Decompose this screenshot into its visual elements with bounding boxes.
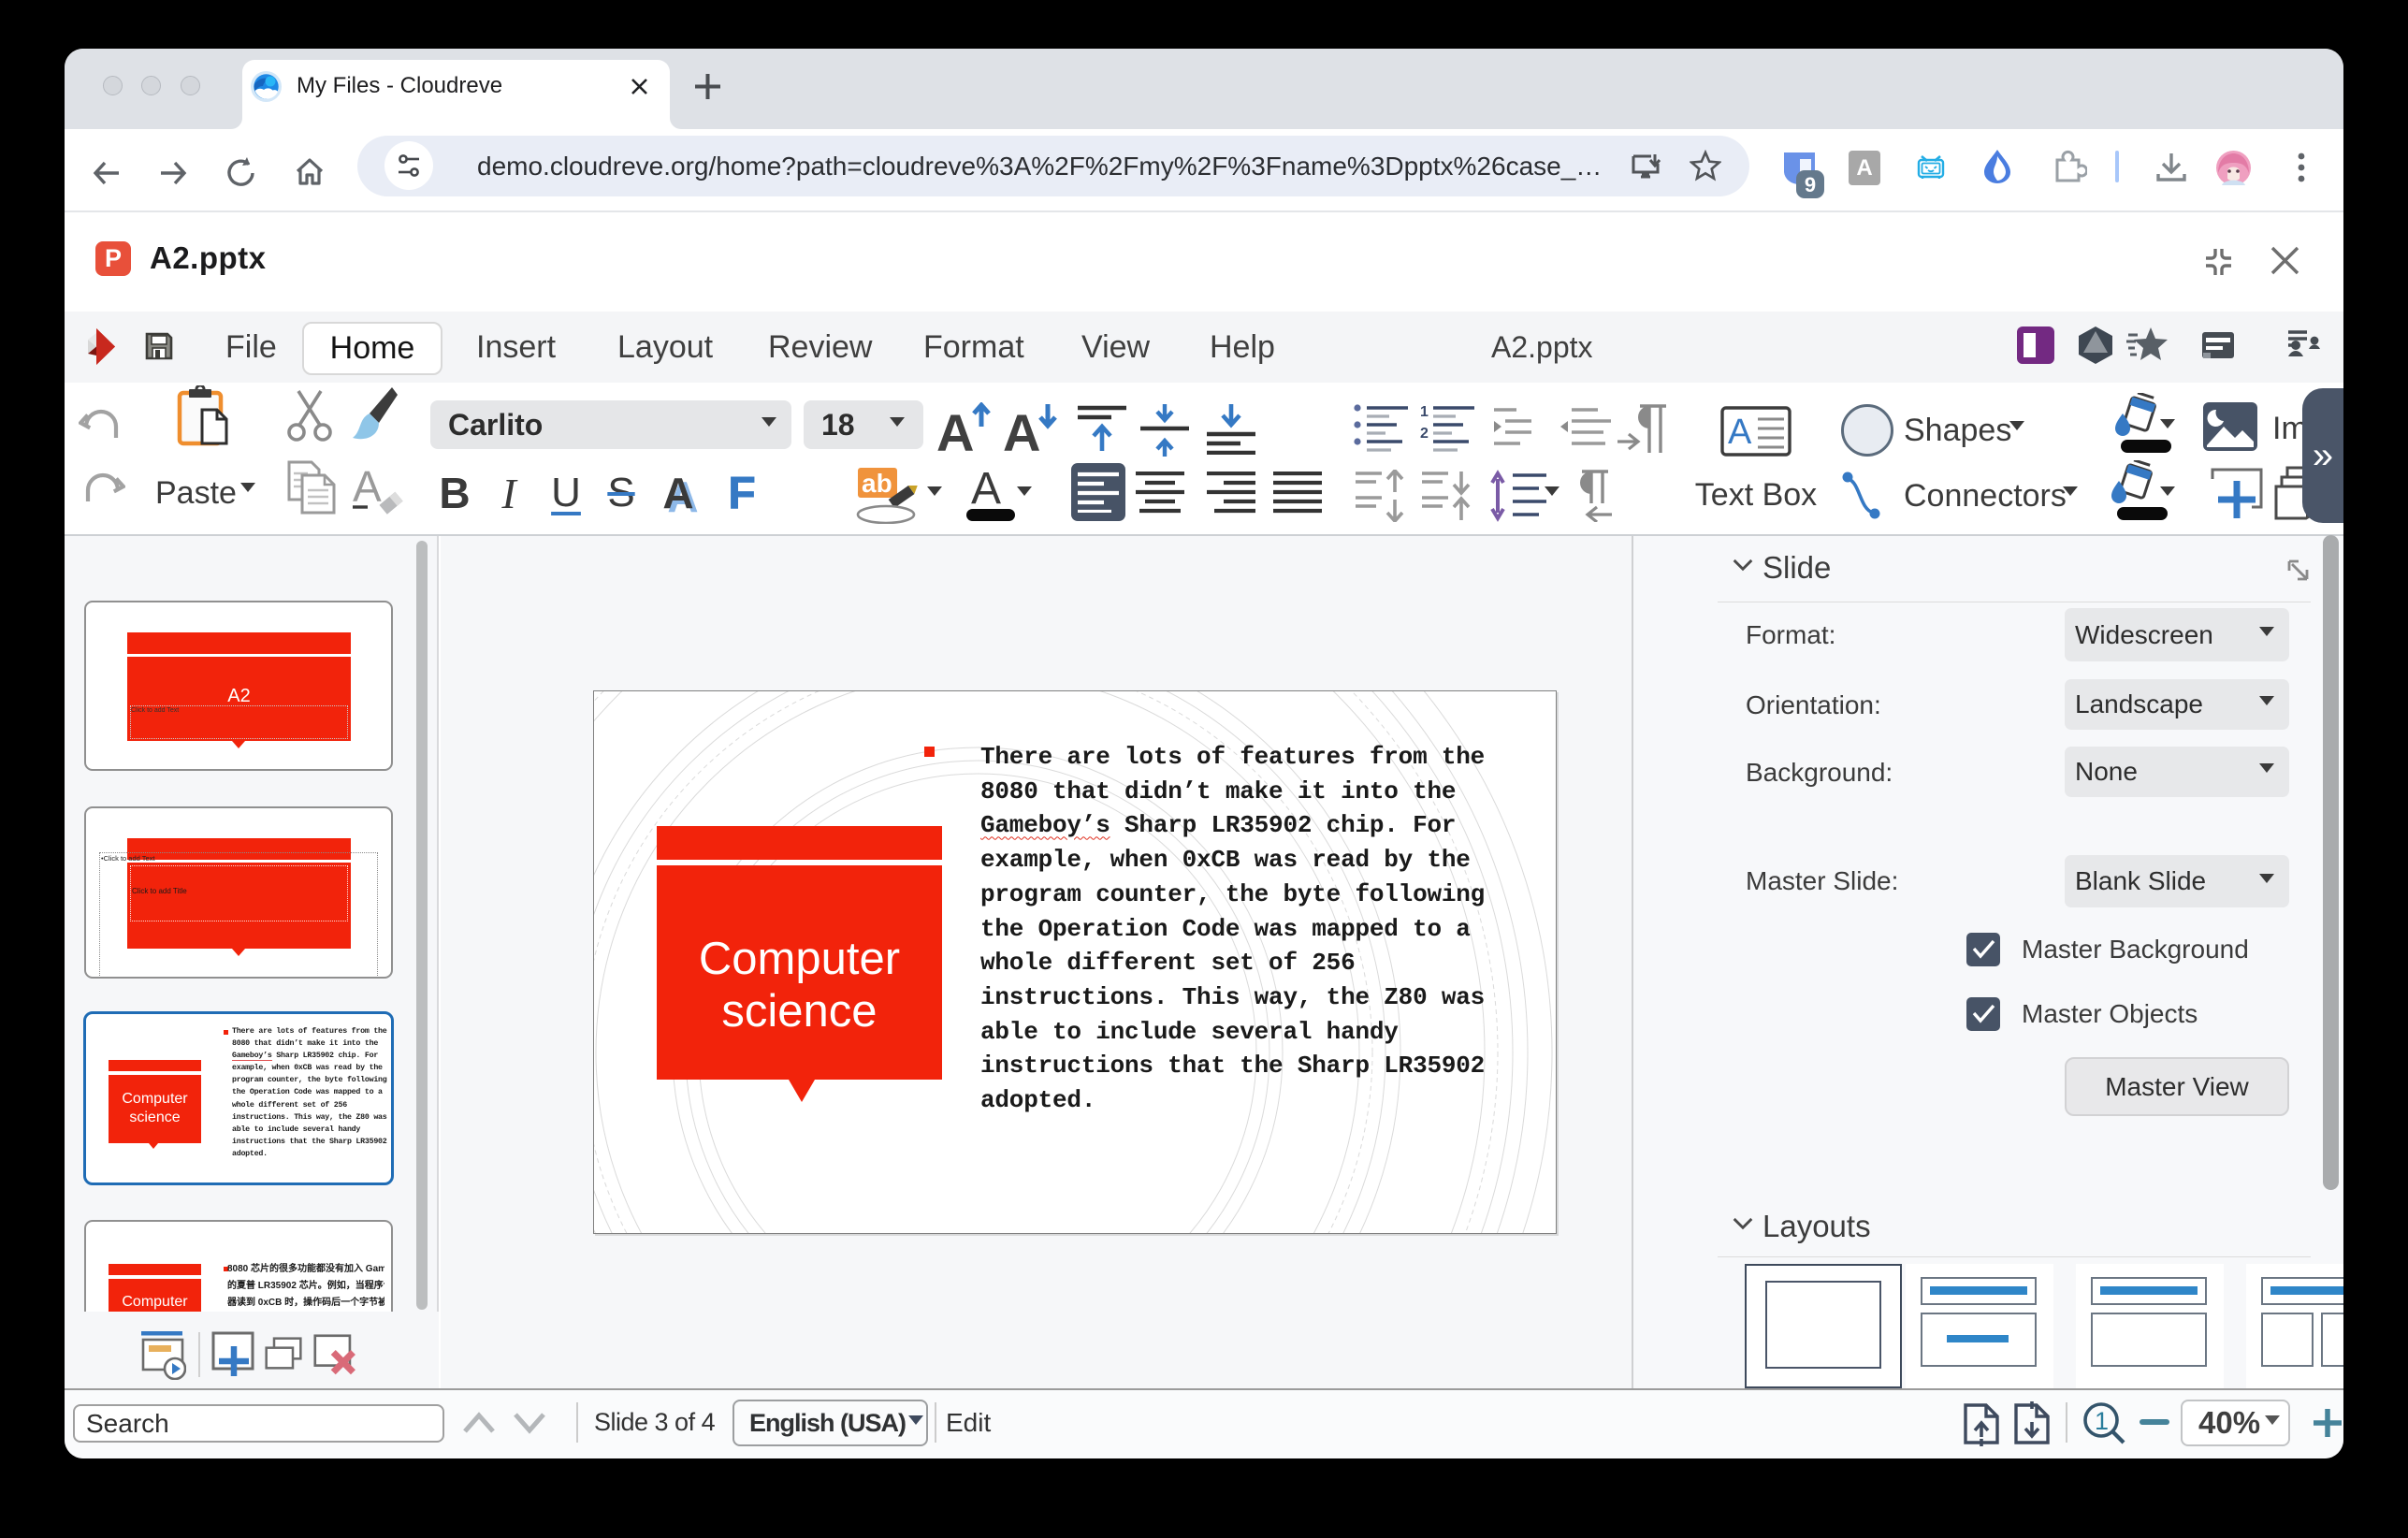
svg-text:A: A bbox=[1003, 403, 1040, 457]
svg-text:9: 9 bbox=[1805, 173, 1816, 196]
svg-text:A: A bbox=[936, 403, 974, 457]
svg-text:2: 2 bbox=[1420, 426, 1429, 442]
svg-text:A: A bbox=[1728, 413, 1752, 452]
svg-text:1: 1 bbox=[2095, 1407, 2109, 1435]
svg-text:1: 1 bbox=[1420, 404, 1429, 420]
svg-text:A: A bbox=[353, 466, 382, 511]
svg-text:ab: ab bbox=[862, 469, 892, 498]
svg-text:A: A bbox=[971, 464, 1001, 514]
